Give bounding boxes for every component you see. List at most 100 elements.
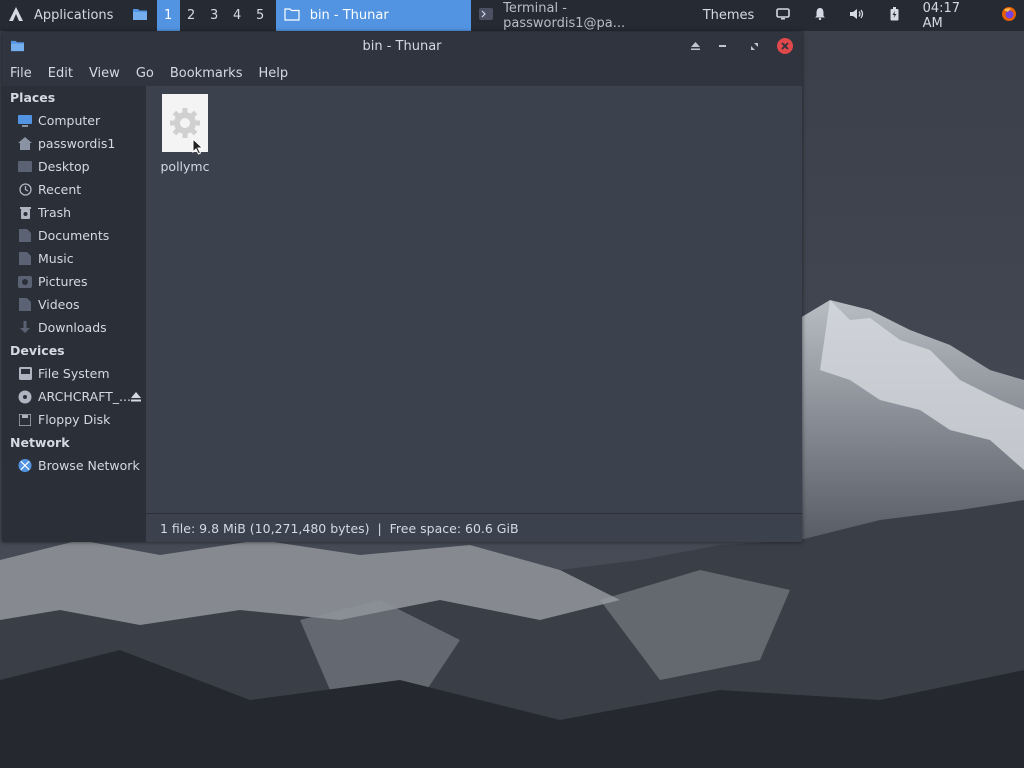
close-icon [781,42,789,50]
archcraft-logo-icon [8,6,24,26]
menu-file[interactable]: File [2,66,40,81]
close-button[interactable] [777,38,793,54]
shade-button[interactable] [687,38,703,54]
taskbar-terminal-label: Terminal - passwordis1@pa... [503,0,626,31]
network-icon [18,458,32,473]
eject-icon[interactable] [131,390,141,405]
menu-bookmarks[interactable]: Bookmarks [162,66,251,81]
sidebar-item-label: ARCHCRAFT_... [38,389,131,404]
folder-icon [284,7,300,25]
workspace-switcher: 1 2 3 4 5 [156,0,272,31]
sidebar-item-home[interactable]: passwordis1 [2,132,146,155]
taskbar-thunar-label: bin - Thunar [309,8,389,23]
panel-clock[interactable]: 04:17 AM [913,0,995,31]
sidebar-item-trash[interactable]: Trash [2,201,146,224]
sidebar-item-label: Trash [38,205,72,220]
bell-icon [814,7,826,24]
firefox-launcher[interactable] [995,0,1024,31]
file-view[interactable]: pollymc [146,86,802,542]
sidebar-item-label: Browse Network [38,458,140,473]
menu-go[interactable]: Go [128,66,162,81]
sidebar-item-desktop[interactable]: Desktop [2,155,146,178]
documents-icon [18,229,32,243]
file-name: pollymc [160,159,210,174]
window-title: bin - Thunar [362,38,442,54]
network-heading: Network [10,435,70,450]
side-pane: Places Computer passwordis1 Desktop Rece… [2,86,146,542]
sidebar-item-documents[interactable]: Documents [2,224,146,247]
maximize-button[interactable] [746,38,762,54]
recent-icon [18,183,32,197]
minimize-icon [718,45,726,47]
window-body: Places Computer passwordis1 Desktop Rece… [2,86,802,542]
music-icon [18,252,32,266]
monitor-icon [776,7,790,24]
menu-edit[interactable]: Edit [40,66,81,81]
top-panel: Applications 1 2 3 4 5 bin - Thunar Term… [0,0,1024,31]
sidebar-item-label: Pictures [38,274,88,289]
devices-heading: Devices [10,343,65,358]
workspace-4[interactable]: 4 [226,0,249,31]
floppy-icon [18,413,32,427]
terminal-icon [479,7,494,24]
executable-gear-icon [170,108,200,138]
applications-menu-button[interactable]: Applications [0,0,123,31]
sidebar-item-label: Desktop [38,159,90,174]
sidebar-item-floppy-disk[interactable]: Floppy Disk [2,408,146,431]
display-tray[interactable] [764,0,801,31]
notifications-tray[interactable] [801,0,838,31]
sidebar-item-label: Documents [38,228,110,243]
sidebar-item-browse-network[interactable]: Browse Network [2,454,146,477]
menu-bar: File Edit View Go Bookmarks Help [2,60,802,87]
workspace-2[interactable]: 2 [180,0,203,31]
window-titlebar[interactable]: bin - Thunar [2,32,802,60]
workspace-5[interactable]: 5 [249,0,272,31]
sidebar-item-label: Downloads [38,320,107,335]
workspace-1[interactable]: 1 [156,0,180,31]
drive-icon [18,367,32,381]
status-bar: 1 file: 9.8 MiB (10,271,480 bytes) | Fre… [146,513,802,542]
videos-icon [18,298,32,312]
downloads-icon [18,321,32,335]
optical-disc-icon [18,390,32,404]
taskbar-terminal[interactable]: Terminal - passwordis1@pa... [471,0,663,31]
sidebar-item-label: Computer [38,113,101,128]
sidebar-item-file-system[interactable]: File System [2,362,146,385]
themes-button[interactable]: Themes [693,0,765,31]
sidebar-item-music[interactable]: Music [2,247,146,270]
sidebar-item-downloads[interactable]: Downloads [2,316,146,339]
battery-tray[interactable] [876,0,913,31]
eject-icon [690,42,700,50]
firefox-icon [1001,6,1017,26]
file-manager-launcher[interactable] [125,0,154,31]
trash-icon [18,206,32,220]
computer-icon [18,114,32,128]
sidebar-item-archcraft-disc[interactable]: ARCHCRAFT_... [2,385,146,408]
speaker-icon [849,8,865,24]
sidebar-item-label: passwordis1 [38,136,116,151]
workspace-3[interactable]: 3 [203,0,226,31]
sidebar-item-label: Recent [38,182,82,197]
sidebar-item-label: Videos [38,297,80,312]
volume-tray[interactable] [838,0,875,31]
sidebar-item-label: Music [38,251,74,266]
thunar-window: bin - Thunar File Edit View Go Bookmarks… [2,32,802,542]
taskbar-thunar[interactable]: bin - Thunar [275,0,472,31]
battery-icon [890,6,899,25]
pictures-icon [18,275,32,289]
sidebar-item-computer[interactable]: Computer [2,109,146,132]
home-icon [18,137,32,151]
sidebar-item-pictures[interactable]: Pictures [2,270,146,293]
sidebar-item-videos[interactable]: Videos [2,293,146,316]
sidebar-item-recent[interactable]: Recent [2,178,146,201]
menu-view[interactable]: View [81,66,128,81]
mouse-cursor-icon [192,138,204,155]
applications-label: Applications [34,8,114,23]
menu-help[interactable]: Help [250,66,296,81]
folder-icon [132,7,148,25]
status-text: 1 file: 9.8 MiB (10,271,480 bytes) | Fre… [160,520,519,536]
minimize-button[interactable] [714,38,730,54]
file-item[interactable]: pollymc [160,94,210,174]
desktop-icon [18,160,32,174]
sidebar-item-label: File System [38,366,110,381]
